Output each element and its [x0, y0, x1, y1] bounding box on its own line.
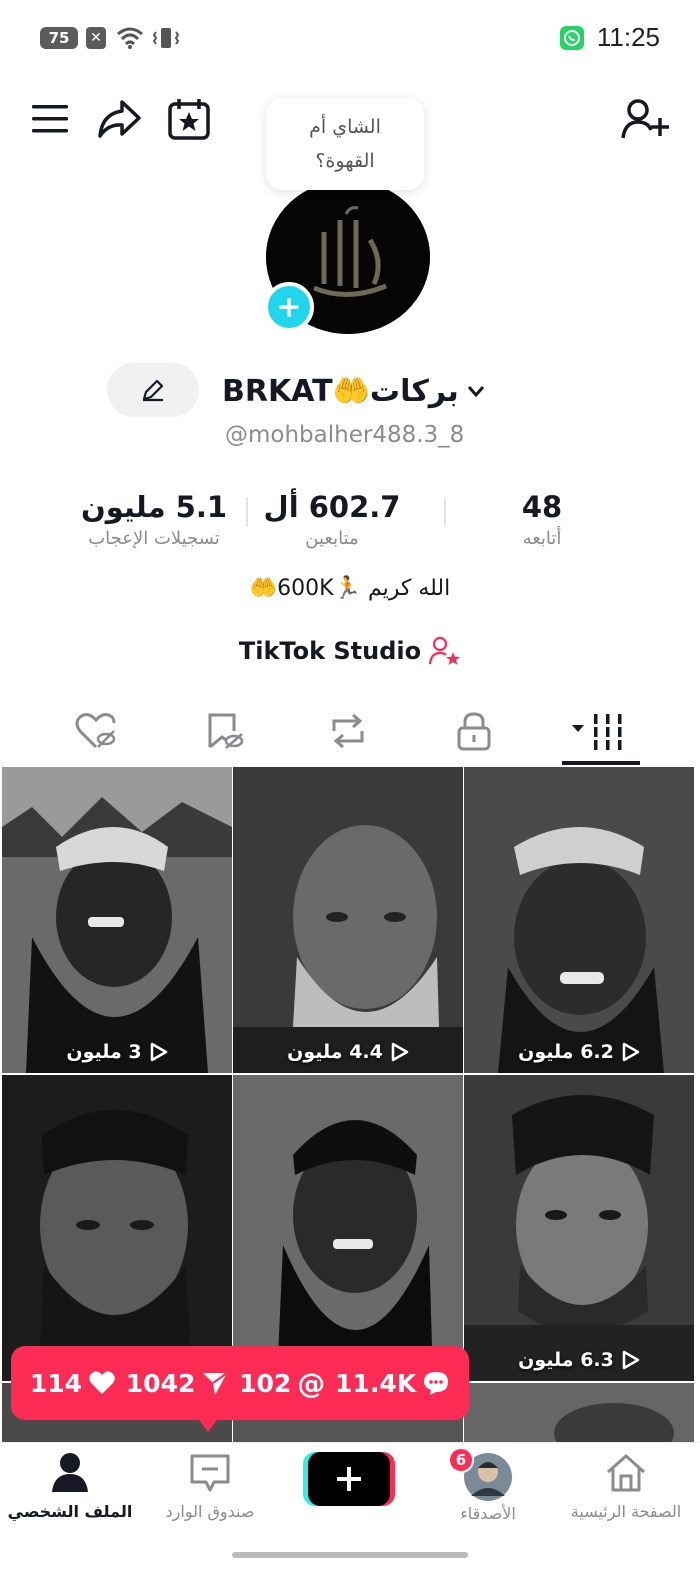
stat-following[interactable]: 48 أتابعه — [432, 490, 652, 549]
tab-liked[interactable] — [26, 700, 166, 762]
shares-stat: 1042 — [126, 1369, 230, 1398]
share-icon[interactable] — [96, 98, 142, 140]
nav-profile[interactable]: الملف الشخصي — [0, 1452, 140, 1521]
edit-profile-button[interactable] — [107, 363, 199, 417]
video-thumbnail[interactable]: 3 مليون — [2, 767, 232, 1073]
likes-value: 114 — [29, 1368, 83, 1398]
video-still — [464, 767, 694, 1073]
engagement-summary-toast[interactable]: 114 1042 102 @ 11.4K — [11, 1346, 469, 1420]
display-name: BRKAT🤲بركات — [222, 373, 459, 409]
video-thumbnail[interactable] — [2, 1075, 232, 1381]
tiktok-studio-link[interactable]: TikTok Studio — [0, 636, 700, 666]
toast-pointer — [196, 1416, 220, 1432]
view-count: 6.3 مليون — [464, 1349, 694, 1371]
lock-icon — [457, 712, 491, 751]
comment-icon — [424, 1372, 449, 1395]
nav-inbox-label: صندوق الوارد — [165, 1502, 255, 1521]
view-count-text: 4.4 مليون — [287, 1041, 383, 1063]
x-badge: ✕ — [86, 27, 106, 49]
likes-stat: 114 — [30, 1369, 116, 1398]
play-icon — [150, 1042, 167, 1062]
following-count: 48 — [521, 490, 563, 524]
bookmark-hidden-icon — [208, 713, 244, 749]
video-still — [2, 1075, 232, 1381]
account-switcher[interactable]: BRKAT🤲بركات — [222, 370, 487, 412]
view-count-text: 6.3 مليون — [518, 1349, 614, 1371]
at-icon: @ — [297, 1366, 326, 1400]
play-icon — [622, 1042, 640, 1062]
shares-value: 1042 — [125, 1368, 196, 1398]
create-video-button[interactable] — [308, 1452, 390, 1506]
comments-value: 11.4K — [335, 1368, 417, 1398]
video-thumbnail[interactable]: 6.2 مليون — [464, 767, 694, 1073]
view-count-text: 3 مليون — [66, 1041, 142, 1063]
creator-star-icon — [429, 636, 461, 665]
heart-hidden-icon — [75, 713, 116, 749]
likes-label: تسجيلات الإعجاب — [88, 528, 220, 549]
view-count: 3 مليون — [2, 1041, 232, 1063]
video-thumbnail[interactable]: 6.3 مليون — [464, 1075, 694, 1381]
following-label: أتابعه — [522, 528, 562, 549]
tab-favorites[interactable] — [154, 700, 294, 762]
play-icon — [622, 1350, 640, 1370]
stat-divider — [444, 497, 446, 527]
likes-count: 5.1 مليون — [80, 490, 228, 524]
video-still — [464, 1383, 694, 1442]
video-thumbnail[interactable] — [464, 1383, 694, 1442]
add-friend-icon[interactable] — [620, 98, 670, 142]
nav-home-label: الصفحة الرئيسية — [570, 1502, 682, 1521]
add-story-button[interactable]: + — [264, 282, 314, 332]
battery-badge: 75 — [40, 27, 78, 49]
heart-icon — [89, 1371, 115, 1394]
home-indicator[interactable] — [232, 1552, 468, 1558]
home-icon — [607, 1454, 645, 1492]
video-still — [464, 1075, 694, 1381]
nav-profile-label: الملف الشخصي — [7, 1502, 133, 1521]
friends-notification-badge: 6 — [448, 1447, 474, 1473]
inbox-icon — [190, 1454, 230, 1492]
nav-friends[interactable]: الأصدقاء — [418, 1452, 558, 1523]
plus-icon — [337, 1467, 361, 1491]
menu-icon[interactable] — [30, 102, 70, 136]
video-thumbnail[interactable] — [233, 1075, 463, 1381]
video-still — [233, 1075, 463, 1381]
status-time: 11:25 — [596, 22, 660, 52]
username-handle: @mohbalher488.3_8 — [225, 422, 465, 448]
video-still — [2, 767, 232, 1073]
mentions-stat: 102 @ — [239, 1367, 325, 1400]
nav-friends-label: الأصدقاء — [460, 1504, 516, 1523]
play-icon — [391, 1042, 409, 1062]
active-tab-indicator — [562, 761, 640, 765]
profile-screen: 75 ✕ 11:25 الشاي أم القهوة؟ + BRKAT🤲بركا… — [0, 0, 700, 1580]
nav-inbox[interactable]: صندوق الوارد — [140, 1452, 280, 1521]
video-thumbnail[interactable]: 4.4 مليون — [233, 767, 463, 1073]
stat-likes[interactable]: 5.1 مليون تسجيلات الإعجاب — [44, 490, 264, 549]
wifi-icon — [117, 27, 143, 49]
view-count-text: 6.2 مليون — [518, 1041, 614, 1063]
whatsapp-icon — [560, 26, 584, 50]
view-count: 4.4 مليون — [233, 1041, 463, 1063]
calendar-star-icon[interactable] — [166, 96, 212, 142]
grid-videos-icon — [572, 714, 622, 750]
comments-stat: 11.4K — [335, 1369, 450, 1398]
vibrate-icon — [152, 28, 180, 48]
profile-icon — [52, 1453, 88, 1492]
studio-label: TikTok Studio — [238, 637, 422, 665]
send-icon — [203, 1372, 228, 1395]
note-bubble[interactable]: الشاي أم القهوة؟ — [266, 98, 424, 190]
view-count: 6.2 مليون — [464, 1041, 694, 1063]
video-still — [233, 767, 463, 1073]
nav-home[interactable]: الصفحة الرئيسية — [556, 1452, 696, 1521]
repost-icon — [332, 713, 364, 749]
tab-videos[interactable] — [530, 700, 670, 762]
profile-bio: الله كريم 🏃600K🤲 — [249, 576, 451, 601]
tab-reposts[interactable] — [278, 700, 418, 762]
mentions-value: 102 — [239, 1368, 292, 1398]
chevron-down-icon — [467, 386, 484, 398]
tab-private[interactable] — [404, 700, 544, 762]
pencil-icon — [142, 379, 164, 402]
